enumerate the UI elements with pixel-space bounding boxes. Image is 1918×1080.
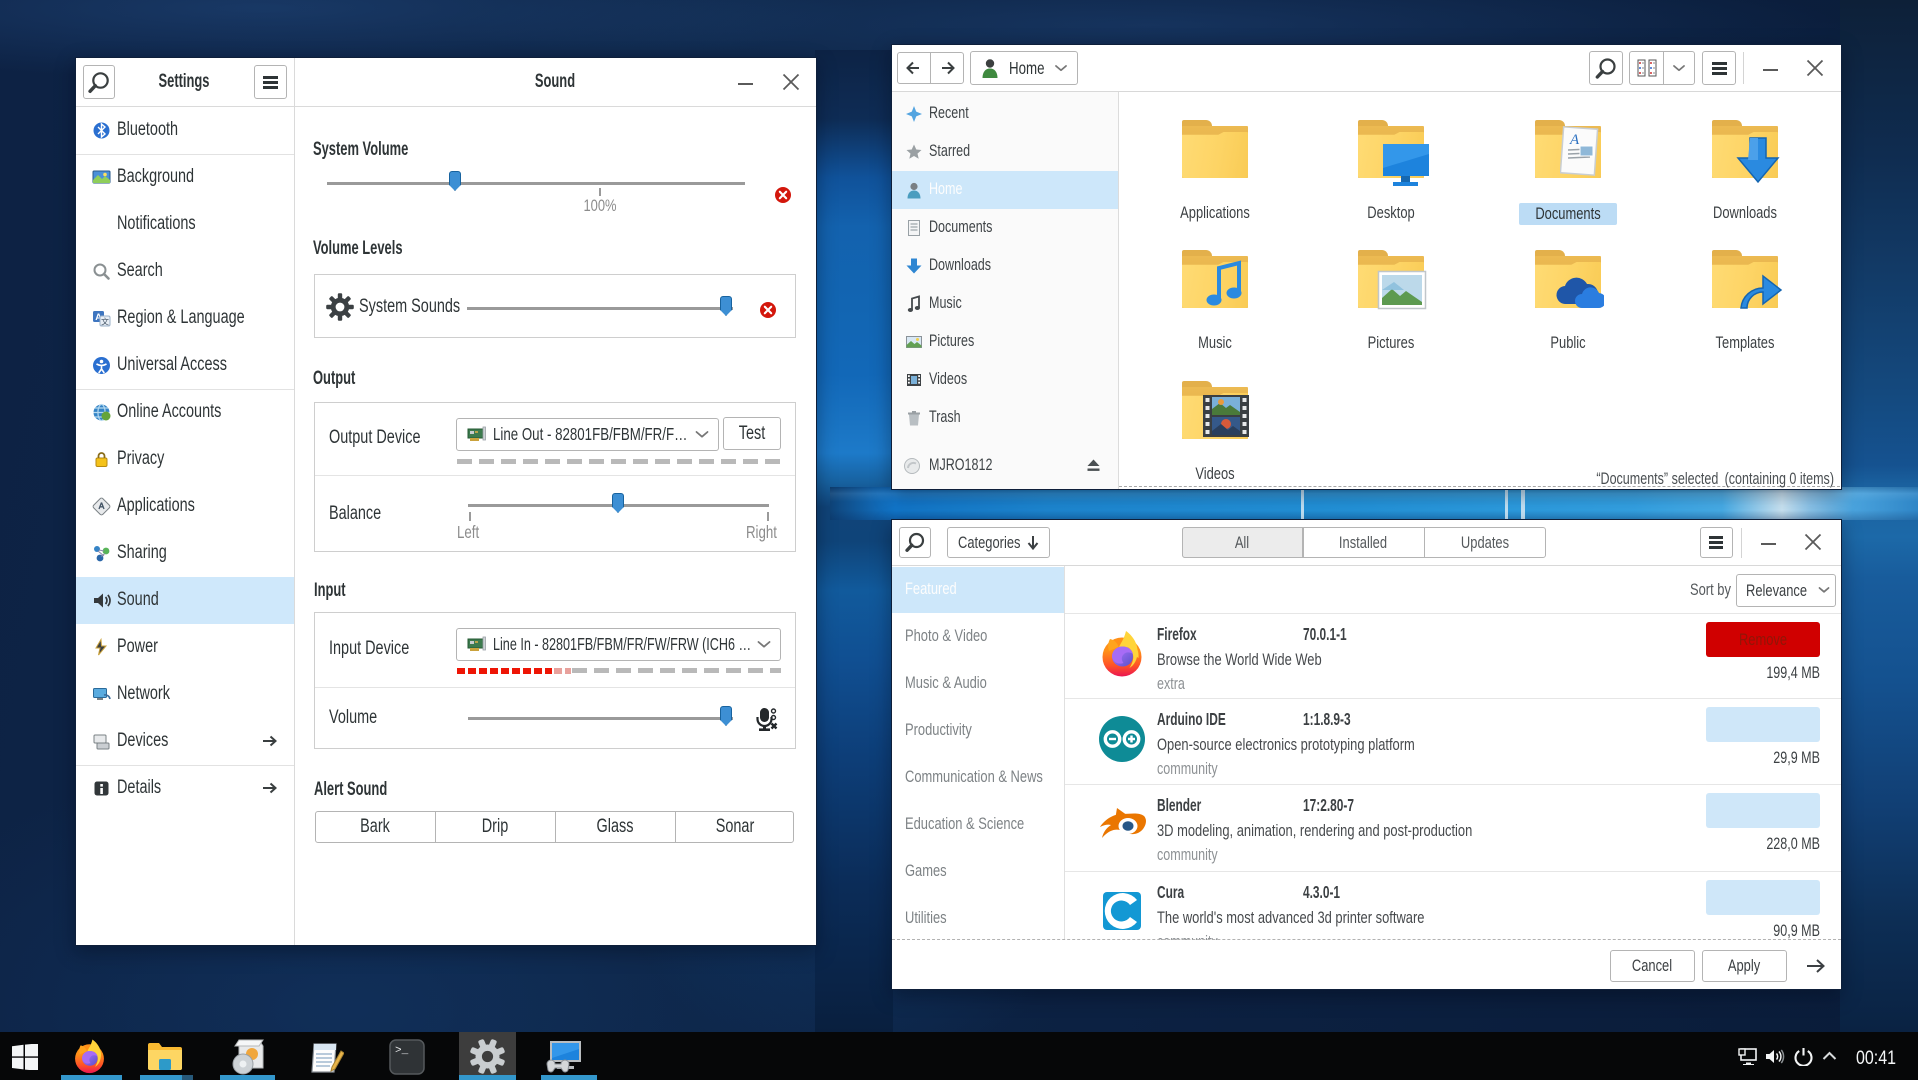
svg-text:>_: >_ — [395, 1045, 409, 1057]
svg-text:文: 文 — [101, 317, 109, 327]
svg-text:A: A — [1569, 132, 1580, 148]
